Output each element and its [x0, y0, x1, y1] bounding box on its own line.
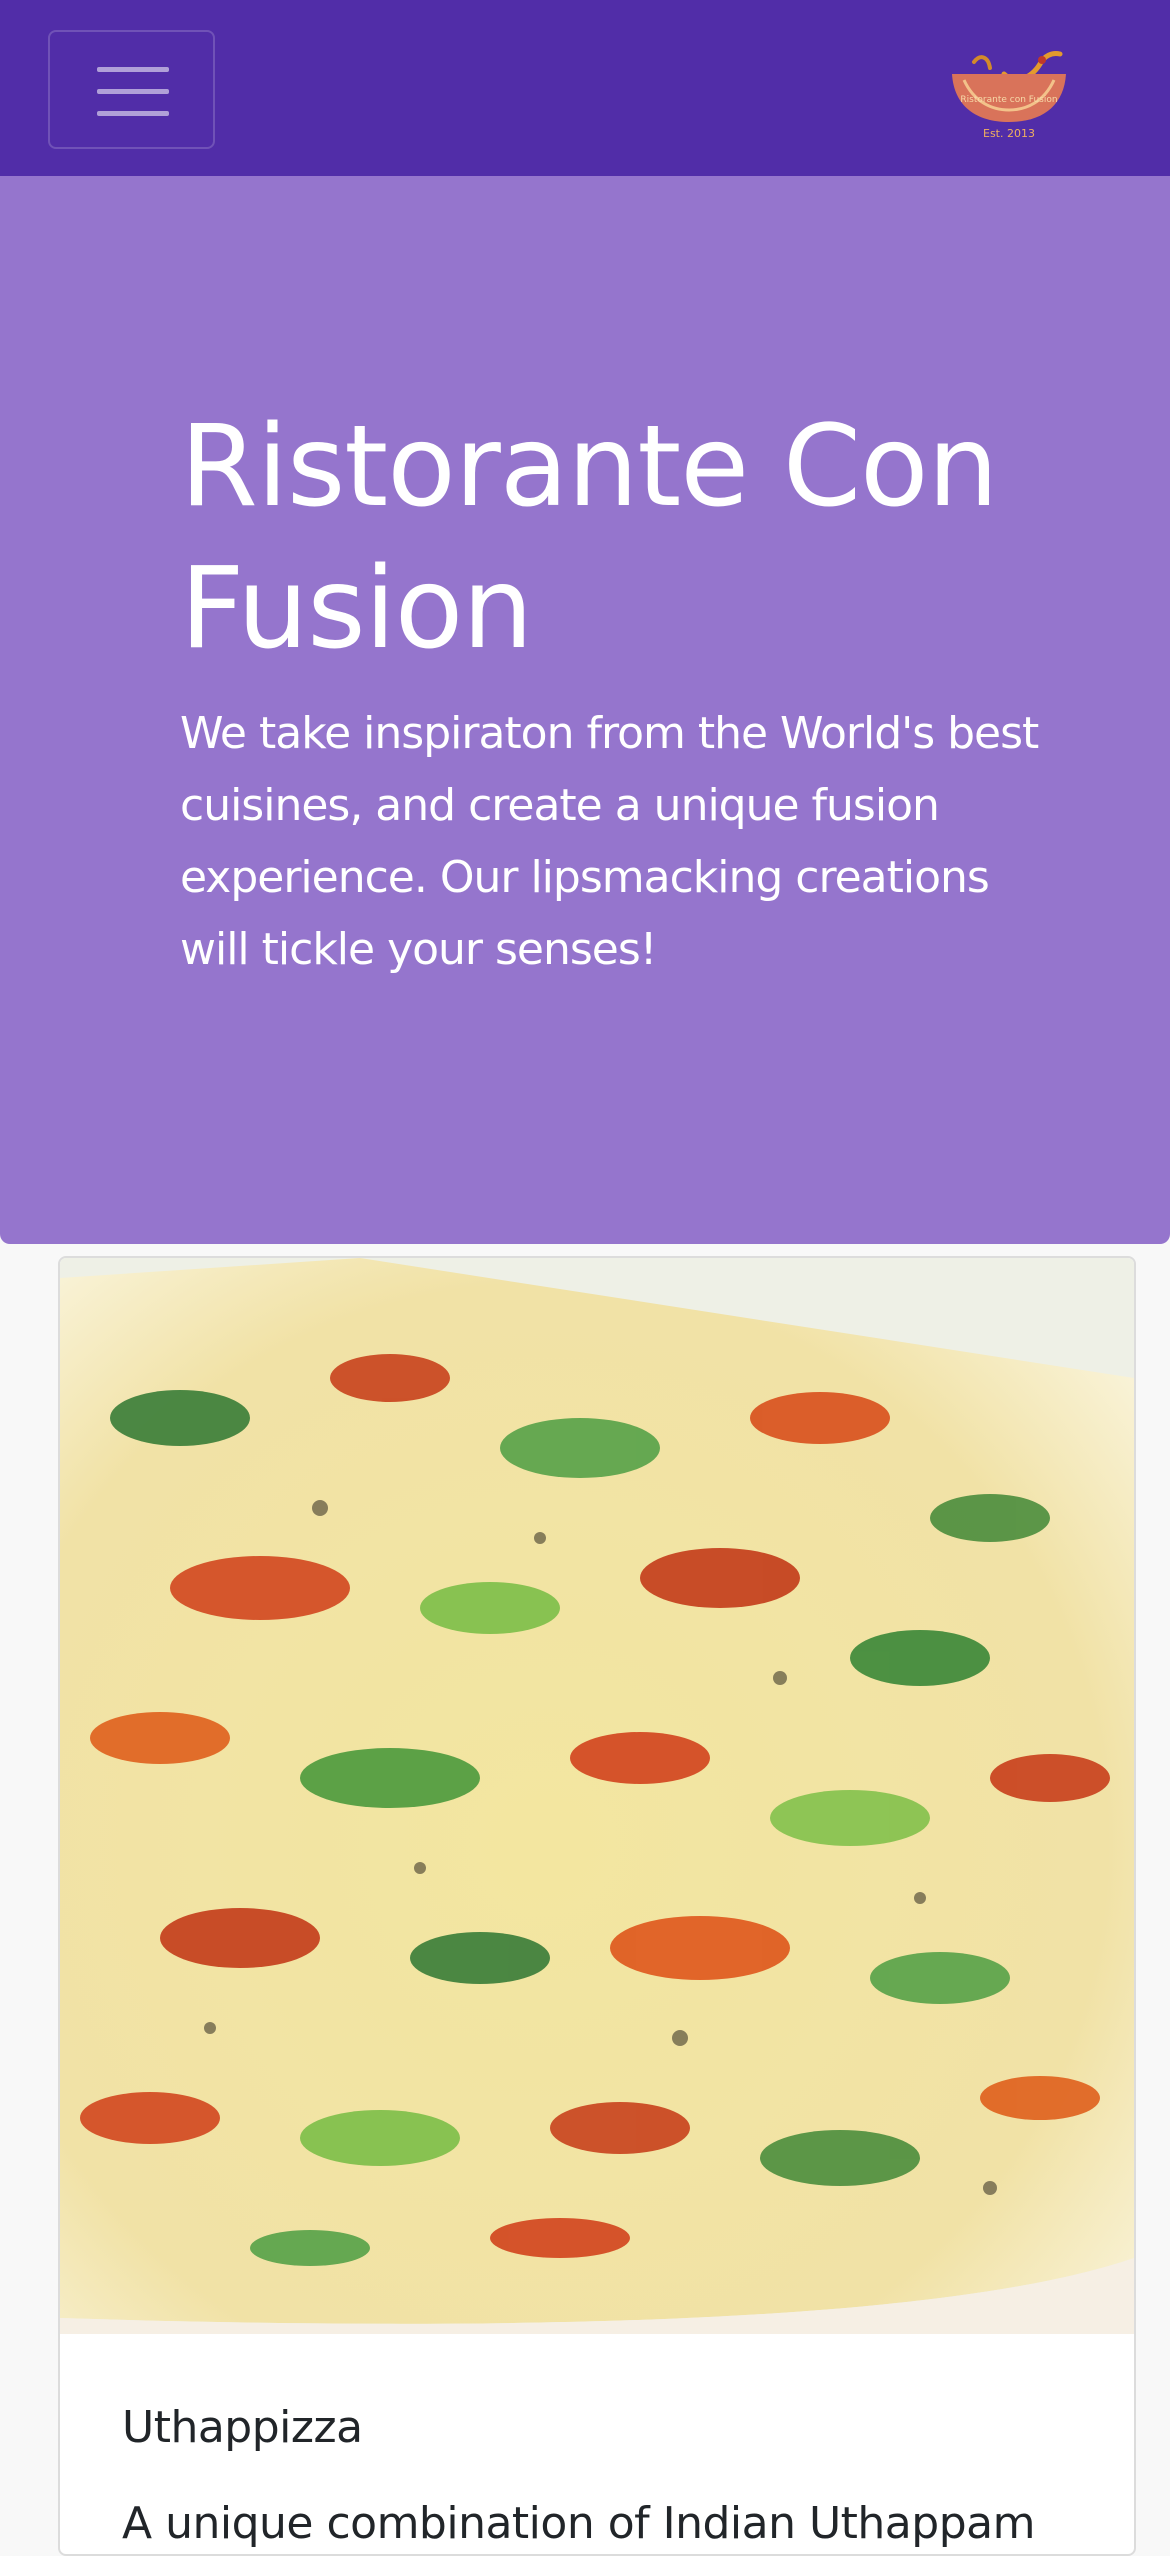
logo-text: Ristorante con Fusion [960, 95, 1057, 105]
restaurant-logo[interactable]: Ristorante con Fusion Est. 2013 [944, 44, 1074, 140]
featured-dish-description: A unique combination of Indian Uthappam [122, 2498, 1035, 2549]
featured-dish-card: Uthappizza A unique combination of India… [58, 1256, 1136, 2556]
featured-dish-title: Uthappizza [122, 2402, 363, 2453]
top-navbar: Ristorante con Fusion Est. 2013 [0, 0, 1170, 176]
hero-title: Ristorante Con Fusion [180, 402, 999, 674]
logo-est-text: Est. 2013 [983, 127, 1035, 140]
hero-description: We take inspiraton from the World's best… [180, 708, 1039, 975]
hamburger-menu-icon-bar-2 [97, 89, 169, 94]
hamburger-menu-icon [97, 67, 169, 72]
hamburger-menu-icon-bar-3 [97, 111, 169, 116]
hero-jumbotron: Ristorante Con Fusion We take inspiraton… [0, 176, 1170, 1244]
navbar-toggle-button[interactable] [48, 30, 215, 149]
uthappizza-photo [60, 1258, 1134, 2334]
